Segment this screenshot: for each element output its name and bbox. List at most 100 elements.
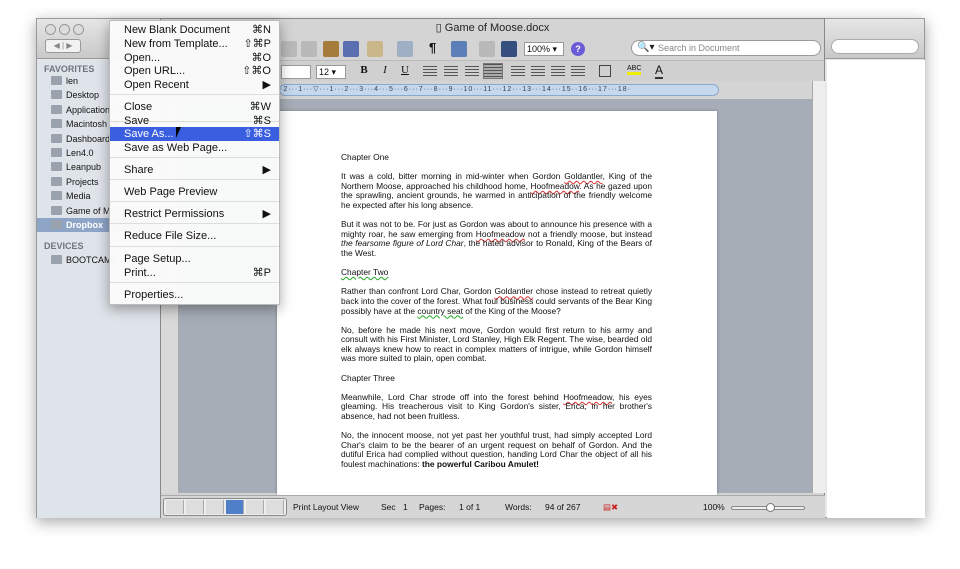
- folder-icon: [51, 176, 62, 186]
- menu-item-save-as[interactable]: Save As... ⇧⌘S: [110, 127, 279, 141]
- view-buttons: [163, 498, 287, 516]
- section-value: 1: [403, 502, 408, 512]
- menu-item-open-url[interactable]: Open URL... ⇧⌘O: [110, 64, 279, 78]
- vertical-scrollbar[interactable]: [812, 81, 825, 493]
- close-button[interactable]: [45, 24, 56, 35]
- shortcut: ⇧⌘O: [242, 65, 271, 77]
- help-icon[interactable]: ?: [571, 42, 585, 56]
- folder-icon: [51, 119, 62, 129]
- borders-button[interactable]: [599, 65, 611, 77]
- italic-button[interactable]: I: [377, 64, 393, 76]
- bulleted-list-button[interactable]: [531, 66, 545, 76]
- shortcut: ▶: [262, 164, 271, 176]
- menu-item-reduce-file-size[interactable]: Reduce File Size...: [110, 229, 279, 243]
- menu-item-new-from-template[interactable]: New from Template... ⇧⌘P: [110, 37, 279, 51]
- zoom-select[interactable]: 100% ▾: [524, 42, 564, 56]
- chapter-heading: Chapter Two: [341, 267, 389, 278]
- decrease-indent-button[interactable]: [551, 66, 565, 76]
- zoom-slider[interactable]: [731, 503, 805, 512]
- folder-icon: [51, 104, 62, 114]
- increase-indent-button[interactable]: [571, 66, 585, 76]
- numbered-list-button[interactable]: [511, 66, 525, 76]
- print-layout-view-button[interactable]: [226, 500, 244, 514]
- redo-icon[interactable]: [397, 41, 413, 57]
- words-label: Words:: [505, 502, 532, 512]
- underline-button[interactable]: U: [397, 64, 413, 76]
- search-input[interactable]: 🔍▾ Search in Document: [631, 40, 821, 56]
- words-value: 94 of 267: [545, 502, 581, 512]
- full-screen-view-button[interactable]: [266, 500, 284, 514]
- menu-item-properties[interactable]: Properties...: [110, 288, 279, 302]
- status-bar: Print Layout View Sec 1 Pages: 1 of 1 Wo…: [161, 495, 825, 518]
- zoom-slider-knob[interactable]: [766, 503, 775, 512]
- shortcut: ⌘W: [249, 101, 271, 113]
- menu-separator: [110, 201, 279, 202]
- align-right-button[interactable]: [465, 66, 479, 76]
- copy-icon[interactable]: [301, 41, 317, 57]
- shortcut: ▶: [262, 79, 271, 91]
- paste-icon[interactable]: [323, 41, 339, 57]
- font-color-button[interactable]: A: [655, 63, 664, 79]
- menu-item-save-as-web-page[interactable]: Save as Web Page...: [110, 141, 279, 155]
- menu-separator: [110, 157, 279, 158]
- paragraph: No, the innocent moose, not yet past her…: [341, 430, 652, 469]
- menu-item-web-page-preview[interactable]: Web Page Preview: [110, 185, 279, 199]
- drive-icon: [51, 255, 62, 264]
- shortcut: ▶: [262, 208, 271, 220]
- section-label: Sec: [381, 502, 396, 512]
- menu-separator: [110, 179, 279, 180]
- zoom-button[interactable]: [73, 24, 84, 35]
- menu-separator: [110, 94, 279, 95]
- font-size-select[interactable]: 12 ▾: [316, 65, 346, 79]
- zoom-label: 100%: [703, 502, 725, 512]
- font-name-select[interactable]: [281, 65, 311, 79]
- outline-view-button[interactable]: [186, 500, 204, 514]
- notebook-view-button[interactable]: [246, 500, 264, 514]
- spelling-status-icon[interactable]: ▤✖: [603, 496, 618, 518]
- back-forward-buttons[interactable]: ◀ | ▶: [45, 39, 81, 53]
- mouse-cursor-icon: [176, 127, 186, 138]
- menu-item-page-setup[interactable]: Page Setup...: [110, 252, 279, 266]
- view-label: Print Layout View: [293, 502, 359, 512]
- menu-item-close[interactable]: Close ⌘W: [110, 100, 279, 114]
- file-menu: New Blank Document ⌘N New from Template...…: [109, 20, 280, 305]
- media-browser-icon[interactable]: [479, 41, 495, 57]
- menu-item-open-recent[interactable]: Open Recent ▶: [110, 78, 279, 92]
- shortcut: ⌘P: [252, 267, 271, 279]
- bold-button[interactable]: B: [356, 64, 372, 76]
- cut-icon[interactable]: [281, 41, 297, 57]
- chapter-heading: Chapter One: [341, 152, 389, 162]
- menu-item-share[interactable]: Share ▶: [110, 163, 279, 177]
- justify-button[interactable]: [483, 63, 503, 79]
- shortcut: ⇧⌘P: [243, 38, 271, 50]
- search-icon: 🔍▾: [637, 42, 655, 53]
- menu-item-new-blank-document[interactable]: New Blank Document ⌘N: [110, 23, 279, 37]
- align-center-button[interactable]: [444, 66, 458, 76]
- devices-header: DEVICES: [44, 241, 84, 251]
- paragraph: No, before he made his next move, Gordon…: [341, 324, 652, 364]
- pages-value: 1 of 1: [459, 502, 481, 512]
- chapter-heading: Chapter Three: [341, 372, 395, 383]
- minimize-button[interactable]: [59, 24, 70, 35]
- finder-content: [827, 60, 925, 518]
- align-left-button[interactable]: [423, 66, 437, 76]
- draft-view-button[interactable]: [166, 500, 184, 514]
- publishing-view-button[interactable]: [206, 500, 224, 514]
- undo-icon[interactable]: [367, 41, 383, 57]
- menu-item-restrict-permissions[interactable]: Restrict Permissions ▶: [110, 207, 279, 221]
- finder-search-field[interactable]: [831, 39, 919, 54]
- highlight-button[interactable]: ABC: [627, 65, 642, 75]
- toolbox-icon[interactable]: [501, 41, 517, 57]
- sidebar-icon[interactable]: [451, 41, 467, 57]
- folder-icon: [51, 90, 62, 100]
- format-painter-icon[interactable]: [343, 41, 359, 57]
- menu-item-save[interactable]: Save ⌘S: [110, 114, 279, 128]
- favorites-header: FAVORITES: [44, 64, 95, 74]
- menu-item-open[interactable]: Open... ⌘O: [110, 51, 279, 65]
- shortcut: ⌘O: [251, 52, 271, 64]
- menu-separator: [110, 282, 279, 283]
- document-page[interactable]: Chapter One It was a cold, bitter mornin…: [277, 111, 717, 501]
- show-formatting-icon[interactable]: ¶: [429, 40, 436, 55]
- menu-item-print[interactable]: Print... ⌘P: [110, 266, 279, 280]
- horizontal-ruler[interactable]: ·2···1···▽···1···2···3···4···5···6···7··…: [279, 84, 719, 96]
